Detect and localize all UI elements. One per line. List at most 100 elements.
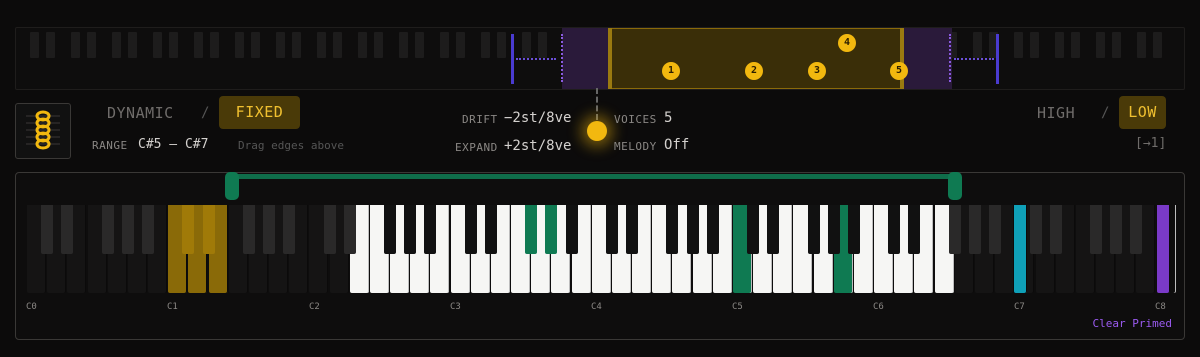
- black-key[interactable]: [565, 205, 578, 254]
- octave-label: C4: [591, 302, 602, 312]
- mini-key: [292, 32, 301, 58]
- mini-key: [522, 32, 531, 58]
- black-key[interactable]: [61, 205, 74, 254]
- mini-key: [415, 32, 424, 58]
- black-key[interactable]: [484, 205, 497, 254]
- black-key[interactable]: [202, 205, 215, 254]
- mini-key: [71, 32, 80, 58]
- priority-high-button[interactable]: HIGH: [1037, 104, 1075, 122]
- black-key[interactable]: [706, 205, 719, 254]
- black-key[interactable]: [908, 205, 921, 254]
- mini-key: [456, 32, 465, 58]
- clear-primed-button[interactable]: Clear Primed: [1093, 317, 1172, 330]
- mini-key: [333, 32, 342, 58]
- range-hint: Drag edges above: [238, 139, 344, 152]
- black-key[interactable]: [384, 205, 397, 254]
- cyan-key-marker: [1014, 205, 1027, 293]
- mini-key: [210, 32, 219, 58]
- black-key[interactable]: [404, 205, 417, 254]
- left-extension-zone: [562, 28, 608, 89]
- range-bar[interactable]: [232, 174, 956, 179]
- priority-low-button[interactable]: LOW: [1119, 96, 1166, 129]
- melody-value[interactable]: Off: [664, 137, 689, 153]
- black-key[interactable]: [807, 205, 820, 254]
- drift-value[interactable]: −2st/8ve: [504, 110, 571, 126]
- black-key[interactable]: [263, 205, 276, 254]
- voicing-window-left-edge[interactable]: [608, 28, 612, 89]
- black-key[interactable]: [968, 205, 981, 254]
- mode-fixed-button[interactable]: FIXED: [219, 96, 300, 129]
- octave-label: C6: [873, 302, 884, 312]
- voice-marker-2[interactable]: 2: [745, 62, 763, 80]
- voice-marker-5[interactable]: 5: [890, 62, 908, 80]
- voice-marker-4[interactable]: 4: [838, 34, 856, 52]
- mode-dynamic-button[interactable]: DYNAMIC: [107, 104, 174, 122]
- black-key[interactable]: [1130, 205, 1143, 254]
- black-key[interactable]: [525, 205, 538, 254]
- priority-shortcut: [→1]: [1135, 136, 1167, 151]
- octave-label: C0: [26, 302, 37, 312]
- mini-key: [440, 32, 449, 58]
- right-limit-marker[interactable]: [996, 34, 999, 84]
- left-limit-marker[interactable]: [511, 34, 514, 84]
- priority-separator: /: [1101, 105, 1110, 121]
- mini-key: [1030, 32, 1039, 58]
- voice-marker-3[interactable]: 3: [808, 62, 826, 80]
- black-key[interactable]: [41, 205, 54, 254]
- octave-label: C2: [309, 302, 320, 312]
- range-handle-right[interactable]: [948, 172, 962, 200]
- black-key[interactable]: [343, 205, 356, 254]
- black-key[interactable]: [626, 205, 639, 254]
- octave-label: C8: [1155, 302, 1166, 312]
- black-key[interactable]: [142, 205, 155, 254]
- mini-keyboard-strip[interactable]: 1 2 3 4 5: [15, 27, 1185, 90]
- black-key[interactable]: [1049, 205, 1062, 254]
- range-handle-left[interactable]: [225, 172, 239, 200]
- black-key[interactable]: [767, 205, 780, 254]
- left-limit-connector: [516, 58, 556, 60]
- voicing-window[interactable]: [608, 28, 904, 89]
- probe-handle[interactable]: [587, 121, 607, 141]
- melody-label: MELODY: [614, 140, 657, 153]
- black-key[interactable]: [121, 205, 134, 254]
- app-logo-icon: [15, 103, 71, 159]
- octave-label: C5: [732, 302, 743, 312]
- black-key[interactable]: [827, 205, 840, 254]
- mini-key: [194, 32, 203, 58]
- voice-marker-1[interactable]: 1: [662, 62, 680, 80]
- black-key[interactable]: [847, 205, 860, 254]
- mini-key: [481, 32, 490, 58]
- black-key[interactable]: [1110, 205, 1123, 254]
- mini-key: [497, 32, 506, 58]
- range-label: RANGE: [92, 139, 128, 152]
- black-key[interactable]: [747, 205, 760, 254]
- range-value: C#5 – C#7: [138, 137, 209, 152]
- black-key[interactable]: [1090, 205, 1102, 254]
- black-key[interactable]: [1029, 205, 1042, 254]
- black-key[interactable]: [686, 205, 699, 254]
- black-key[interactable]: [948, 205, 961, 254]
- right-limit-connector: [954, 58, 994, 60]
- expand-value[interactable]: +2st/8ve: [504, 138, 571, 154]
- right-drift-marker: [949, 34, 951, 82]
- black-key[interactable]: [464, 205, 477, 254]
- black-key[interactable]: [283, 205, 296, 254]
- probe-connector: [596, 88, 598, 120]
- mini-key: [1071, 32, 1080, 58]
- mode-separator: /: [201, 105, 210, 121]
- black-key[interactable]: [323, 205, 336, 254]
- black-key[interactable]: [605, 205, 618, 254]
- octave-label: C1: [167, 302, 178, 312]
- octave-label: C3: [450, 302, 461, 312]
- black-key[interactable]: [182, 205, 195, 254]
- mini-key: [112, 32, 121, 58]
- voices-value[interactable]: 5: [664, 110, 672, 126]
- mini-key: [153, 32, 162, 58]
- black-key[interactable]: [545, 205, 558, 254]
- black-key[interactable]: [666, 205, 679, 254]
- black-key[interactable]: [101, 205, 114, 254]
- black-key[interactable]: [989, 205, 1002, 254]
- black-key[interactable]: [242, 205, 255, 254]
- black-key[interactable]: [424, 205, 437, 254]
- black-key[interactable]: [888, 205, 901, 254]
